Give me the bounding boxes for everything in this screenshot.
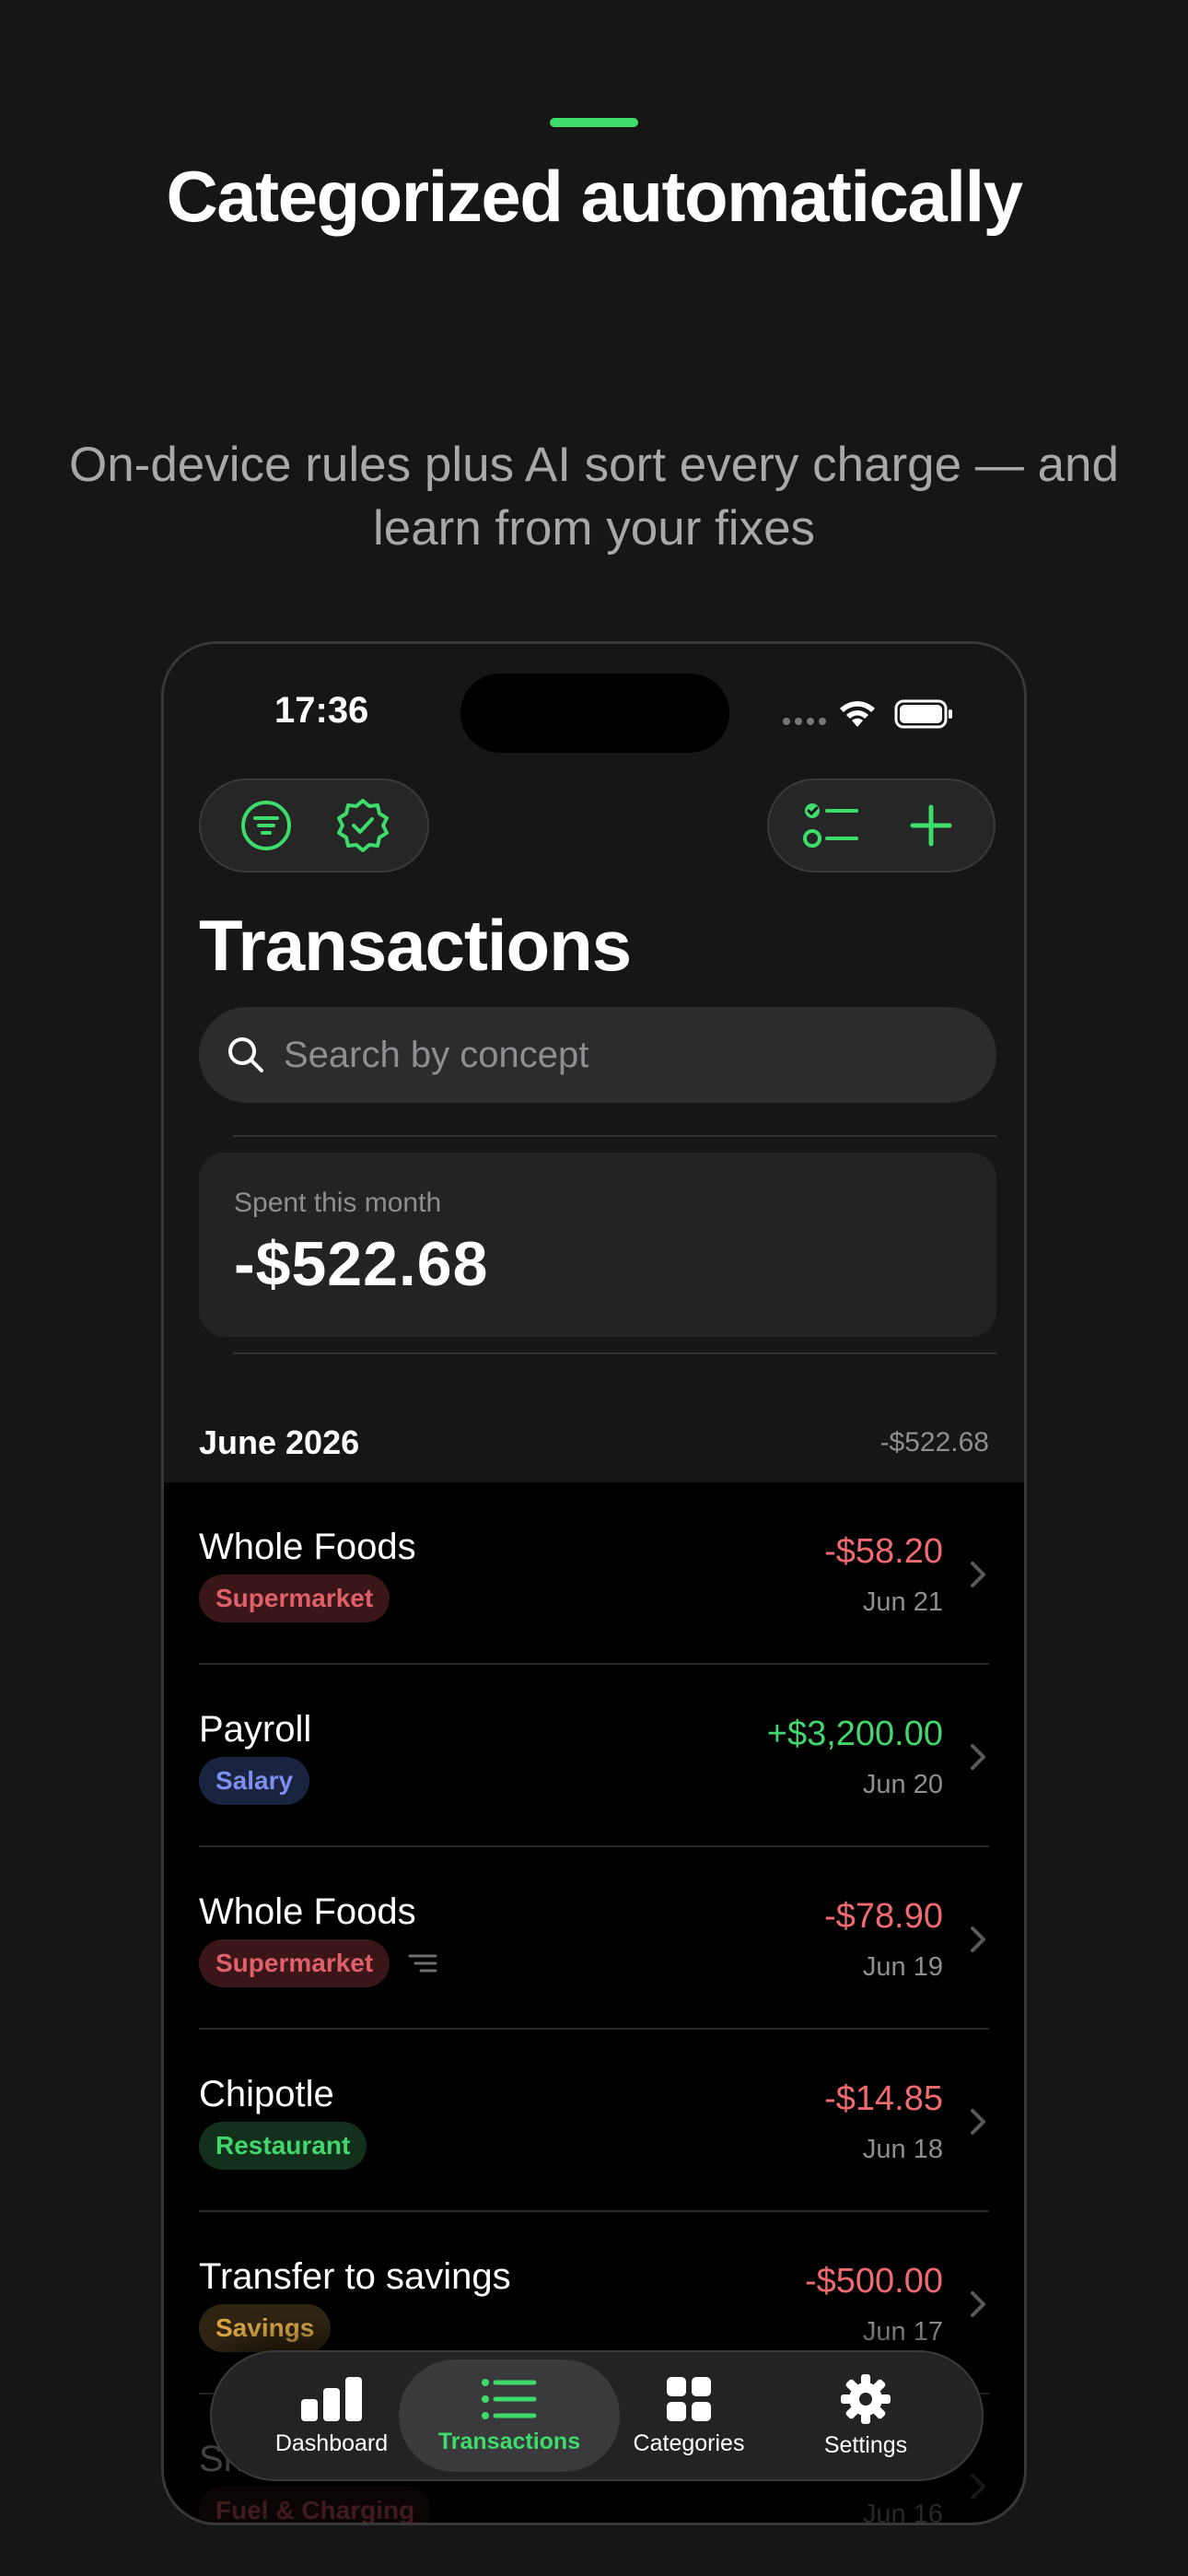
transaction-row[interactable]: Whole Foods Supermarket -$78.90 Jun 19 <box>164 1847 1024 2030</box>
search-bar[interactable] <box>199 1007 996 1103</box>
tab-settings[interactable]: Settings <box>764 2359 967 2472</box>
filter-icon <box>240 801 291 850</box>
toolbar-right-group <box>767 779 996 872</box>
summary-label: Spent this month <box>234 1188 442 1218</box>
transaction-name: Payroll <box>199 1709 312 1750</box>
page-title: Transactions <box>199 905 632 986</box>
transaction-row[interactable]: Chipotle Restaurant -$14.85 Jun 18 <box>164 2030 1024 2212</box>
phone-frame: 17:36 Transactions Search by concept Spe… <box>161 641 1027 2525</box>
verify-button[interactable] <box>326 789 400 862</box>
transaction-name: Whole Foods <box>199 1527 416 1567</box>
chevron-right-icon <box>971 1926 985 1952</box>
transaction-date: Jun 16 <box>862 2500 943 2525</box>
tab-transactions[interactable]: Transactions <box>399 2359 620 2472</box>
verified-badge-icon <box>336 799 389 852</box>
transaction-name: Whole Foods <box>199 1891 416 1932</box>
tab-label: Dashboard <box>274 2430 389 2456</box>
transaction-amount: -$500.00 <box>804 2262 943 2301</box>
transaction-date: Jun 21 <box>862 1587 943 1617</box>
tab-bar: Dashboard Transactions Categories Settin… <box>210 2350 984 2481</box>
bar-chart-icon <box>301 2376 362 2421</box>
transaction-name: Transfer to savings <box>199 2256 511 2297</box>
chevron-right-icon <box>971 2291 985 2317</box>
transaction-amount: +$3,200.00 <box>766 1715 943 1753</box>
section-total: -$522.68 <box>879 1427 989 1458</box>
chevron-right-icon <box>971 2109 985 2135</box>
chevron-right-icon <box>971 2474 985 2500</box>
transaction-amount: -$14.85 <box>824 2079 943 2118</box>
transaction-name: Chipotle <box>199 2074 334 2114</box>
chevron-right-icon <box>971 1562 985 1587</box>
add-transaction-button[interactable] <box>894 789 968 862</box>
transaction-row[interactable]: Payroll Salary +$3,200.00 Jun 20 <box>164 1665 1024 1847</box>
chevron-right-icon <box>971 1744 985 1770</box>
status-time: 17:36 <box>274 690 369 731</box>
category-tag: Supermarket <box>199 1575 390 1622</box>
transaction-date: Jun 19 <box>862 1952 943 1982</box>
dynamic-island <box>460 673 729 753</box>
accent-bar <box>550 118 638 127</box>
transaction-date: Jun 20 <box>862 1770 943 1799</box>
category-tag: Salary <box>199 1757 310 1805</box>
category-tag: Restaurant <box>199 2122 367 2170</box>
rule-applied-icon <box>408 1954 437 1973</box>
marketing-subhead: On-device rules plus AI sort every charg… <box>68 438 1120 556</box>
marketing-headline: Categorized automatically <box>166 156 1023 237</box>
transaction-row[interactable]: Whole Foods Supermarket -$58.20 Jun 21 <box>164 1482 1024 1665</box>
transaction-amount: -$58.20 <box>824 1532 943 1571</box>
category-tag: Fuel & Charging <box>199 2487 432 2523</box>
divider <box>233 1135 996 1137</box>
wifi-icon <box>840 701 875 727</box>
list-icon <box>482 2378 537 2419</box>
grid-icon <box>667 2376 711 2421</box>
transaction-amount: -$78.90 <box>824 1897 943 1936</box>
tab-label: Settings <box>823 2431 908 2458</box>
category-tag: Supermarket <box>199 1939 390 1987</box>
plus-icon <box>910 804 952 847</box>
toolbar-left-group <box>199 779 429 872</box>
transaction-date: Jun 17 <box>862 2317 943 2347</box>
rules-button[interactable] <box>795 789 868 862</box>
checklist-icon <box>803 803 858 848</box>
gear-icon <box>841 2373 891 2424</box>
summary-value: -$522.68 <box>234 1229 489 1299</box>
tab-categories[interactable]: Categories <box>588 2359 790 2472</box>
search-input[interactable] <box>284 1034 928 1076</box>
transaction-date: Jun 18 <box>862 2135 943 2164</box>
tab-label: Categories <box>633 2430 745 2456</box>
cellular-signal-icon <box>783 718 826 725</box>
monthly-summary-card: Spent this month -$522.68 <box>199 1153 996 1337</box>
divider <box>233 1352 996 1354</box>
tab-label: Transactions <box>437 2428 581 2454</box>
section-month: June 2026 <box>199 1423 360 1461</box>
battery-icon <box>894 699 952 729</box>
search-icon <box>228 1037 263 1072</box>
filter-button[interactable] <box>229 789 303 862</box>
category-tag: Savings <box>199 2304 332 2352</box>
